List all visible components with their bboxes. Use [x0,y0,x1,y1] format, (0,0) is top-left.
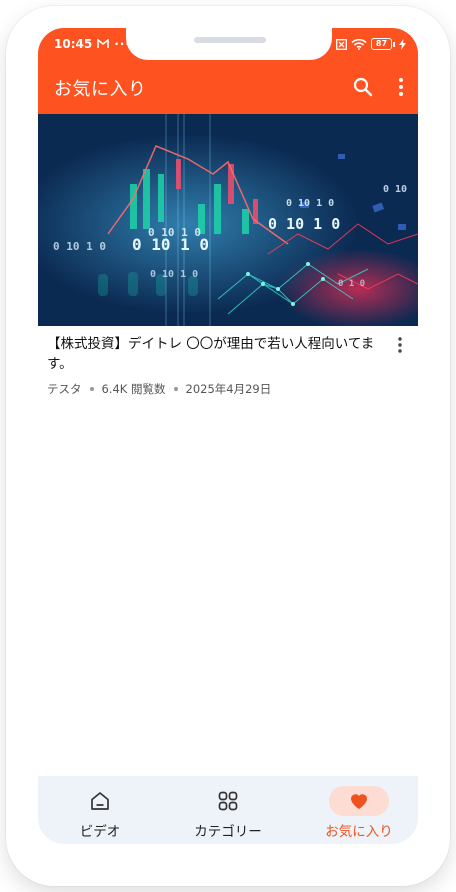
thumb-digits-6: 0 10 1 0 [150,269,198,280]
close-box-icon [336,38,347,50]
video-title[interactable]: 【株式投資】デイトレ 〇〇が理由で若い人程向いてます。 [47,334,393,374]
nav-label-category: カテゴリー [194,824,262,840]
video-more-icon[interactable] [394,336,406,354]
thumb-digits-2: 0 10 1 0 [132,235,209,254]
nav-item-favorites[interactable]: お気に入り [314,776,404,844]
nav-icon-wrap [198,786,258,816]
thumb-digits-5: 0 10 1 0 [268,215,340,233]
status-left: 10:45 ··· [54,37,131,51]
upload-date: 2025年4月29日 [185,382,272,396]
view-count: 6.4K 閲覧数 [101,382,166,396]
app-bar: お気に入り [38,62,418,114]
video-thumbnail[interactable]: 0 10 1 0 0 10 1 0 0 10 1 0 0 10 1 0 0 10… [38,114,418,326]
status-bar: 10:45 ··· 87 [38,28,418,62]
more-vert-icon[interactable] [392,76,410,98]
wifi-icon [351,38,367,50]
heart-icon [351,794,367,809]
nav-label-video: ビデオ [79,824,121,840]
thumbnail-art: 0 10 1 0 0 10 1 0 0 10 1 0 0 10 1 0 0 10… [38,114,418,326]
meta-separator [173,387,178,391]
battery-tip [393,41,395,47]
gmail-icon [97,39,110,48]
video-meta: テスタ 6.4K 閲覧数 2025年4月29日 [47,381,271,397]
phone-screen: 10:45 ··· 87 お気に入り 0 10 1 0 0 10 1 0 0 1… [38,28,418,844]
page-title: お気に入り [54,79,147,100]
battery-icon: 87 [371,38,395,50]
thumb-digits-8: 0 1 0 [338,279,365,289]
charging-bolt-icon [399,38,406,50]
meta-separator [89,387,94,391]
channel-name: テスタ [47,382,82,396]
nav-item-video[interactable]: ビデオ [70,776,130,844]
home-icon [91,792,109,810]
thumb-digits-7: 0 10 [383,184,407,195]
thumb-digits-4: 0 10 1 0 [286,198,334,209]
notch [126,28,332,60]
nav-icon-wrap [70,786,130,816]
search-icon[interactable] [352,76,374,98]
status-right: 87 [336,38,406,50]
speaker [194,37,266,43]
thumb-digits-3: 0 10 1 0 [53,240,106,253]
status-time: 10:45 [54,37,93,51]
nav-item-category[interactable]: カテゴリー [178,776,278,844]
nav-label-favorites: お気に入り [325,824,393,840]
battery-level: 87 [371,38,392,50]
grid-icon [218,791,238,811]
bottom-nav: ビデオ カテゴリー お気に入り [38,776,418,844]
nav-icon-wrap [329,786,389,816]
